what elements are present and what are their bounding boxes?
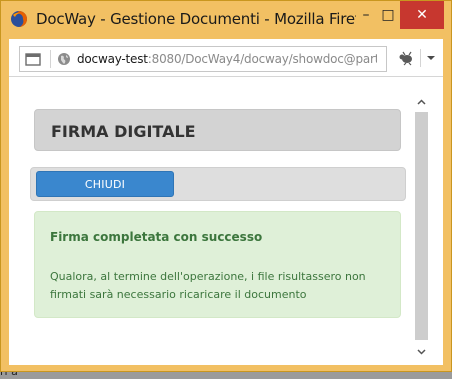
action-bar: CHIUDI <box>30 167 406 201</box>
firefox-icon <box>11 11 27 27</box>
alert-message: Qualora, al termine dell'operazione, i f… <box>50 270 366 301</box>
browser-toolbar: docway-test:8080/DocWay4/docway/showdoc@… <box>9 39 443 77</box>
title-bar[interactable]: DocWay - Gestione Documenti - Mozilla Fi… <box>1 1 451 39</box>
chevron-down-icon[interactable] <box>426 54 436 62</box>
scroll-down-button[interactable] <box>413 343 430 360</box>
close-button[interactable]: CHIUDI <box>36 171 174 197</box>
window-title: DocWay - Gestione Documenti - Mozilla Fi… <box>36 10 356 28</box>
chevron-up-icon <box>417 98 426 105</box>
url-path: :8080/DocWay4/docway/showdoc@partenza <box>147 52 377 66</box>
maximize-button[interactable]: □ <box>378 1 398 29</box>
scroll-up-button[interactable] <box>413 93 430 110</box>
alert-title: Firma completata con successo <box>50 230 263 244</box>
addon-bug-icon[interactable] <box>397 50 415 66</box>
vertical-scrollbar[interactable] <box>413 93 430 363</box>
close-window-button[interactable]: ✕ <box>400 1 444 29</box>
url-divider <box>50 50 51 68</box>
page-content: FIRMA DIGITALE CHIUDI Firma completata c… <box>9 77 443 365</box>
toolbar-divider <box>420 49 421 67</box>
page-icon[interactable] <box>25 52 41 66</box>
chevron-down-small-icon <box>417 348 426 355</box>
success-alert: Firma completata con successo Qualora, a… <box>34 211 401 318</box>
url-bar[interactable]: docway-test:8080/DocWay4/docway/showdoc@… <box>19 46 387 72</box>
page-title: FIRMA DIGITALE <box>51 122 196 141</box>
minimize-button[interactable]: – <box>356 1 376 29</box>
globe-icon[interactable] <box>57 52 71 66</box>
browser-popup-window: DocWay - Gestione Documenti - Mozilla Fi… <box>0 0 452 372</box>
scroll-thumb[interactable] <box>415 112 428 340</box>
url-text[interactable]: docway-test:8080/DocWay4/docway/showdoc@… <box>77 52 377 66</box>
section-header: FIRMA DIGITALE <box>34 109 401 151</box>
url-host: docway-test <box>77 52 148 66</box>
